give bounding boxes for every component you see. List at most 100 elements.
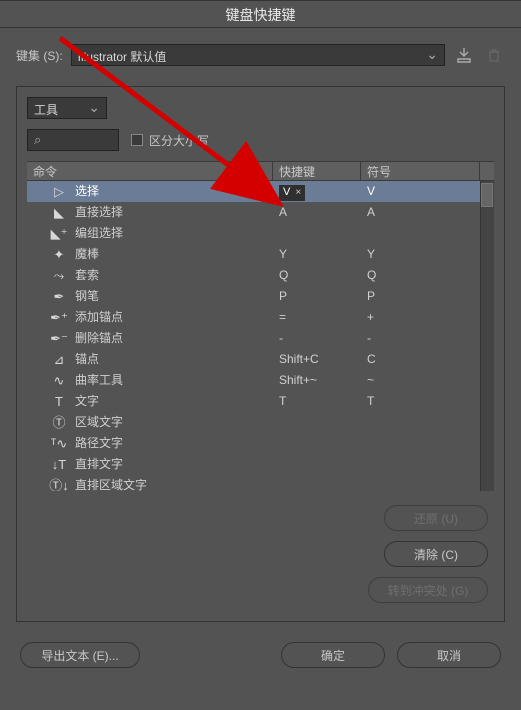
shortcut-cell[interactable] — [273, 412, 361, 433]
tool-icon: T — [51, 394, 67, 410]
command-name: 钢笔 — [75, 286, 99, 307]
shortcut-cell[interactable] — [273, 433, 361, 454]
command-name: 直排区域文字 — [75, 475, 147, 491]
table-row[interactable]: ∿曲率工具Shift+~~ — [27, 370, 494, 391]
shortcut-cell[interactable]: - — [273, 328, 361, 349]
tool-icon: ◣⁺ — [51, 226, 67, 242]
command-name: 编组选择 — [75, 223, 123, 244]
command-name: 魔棒 — [75, 244, 99, 265]
tool-icon: Ⓣ — [51, 415, 67, 431]
table-row[interactable]: ✒⁺添加锚点=+ — [27, 307, 494, 328]
tool-icon: ✒⁻ — [51, 331, 67, 347]
shortcut-cell[interactable]: = — [273, 307, 361, 328]
case-sensitive-checkbox[interactable]: 区分大小写 — [131, 132, 209, 149]
clear-button[interactable]: 清除 (C) — [384, 541, 488, 567]
symbol-cell — [361, 475, 494, 491]
tool-icon: ↓T — [51, 457, 67, 473]
preset-row: 键集 (S): Illustrator 默认值 — [16, 44, 505, 66]
table-row[interactable]: ▷ 选择 V× V — [27, 181, 494, 202]
shortcut-cell[interactable]: Shift+C — [273, 349, 361, 370]
symbol-cell — [361, 454, 494, 475]
command-name: 直接选择 — [75, 202, 123, 223]
undo-button: 还原 (U) — [384, 505, 488, 531]
table-row[interactable]: ✒⁻删除锚点-- — [27, 328, 494, 349]
symbol-cell: C — [361, 349, 494, 370]
tool-icon: Ⓣ↓ — [51, 478, 67, 492]
shortcut-editor[interactable]: V× — [279, 185, 305, 201]
export-text-button[interactable]: 导出文本 (E)... — [20, 642, 140, 668]
scrollbar[interactable] — [480, 181, 494, 491]
tool-icon: ⤳ — [51, 268, 67, 284]
shortcut-cell[interactable] — [273, 223, 361, 244]
save-preset-icon[interactable] — [453, 44, 475, 66]
command-name: 直排文字 — [75, 454, 123, 475]
header-command[interactable]: 命令 — [27, 162, 273, 180]
table-row[interactable]: ✦ 魔棒 YY — [27, 244, 494, 265]
command-name: 删除锚点 — [75, 328, 123, 349]
table-body: ▷ 选择 V× V ◣ 直接选择 AA ◣⁺ 编组选择 ✦ 魔棒 YY ⤳ 套索 QQ ✒ 钢笔 PP✒⁺添加锚点… — [27, 181, 494, 491]
table-row[interactable]: ᵀ∿ 路径文字 — [27, 433, 494, 454]
command-name: 曲率工具 — [75, 370, 123, 391]
symbol-cell — [361, 433, 494, 454]
command-name: 文字 — [75, 391, 99, 412]
table-row[interactable]: ⤳ 套索 QQ — [27, 265, 494, 286]
tool-icon: ✒ — [51, 289, 67, 305]
clear-shortcut-icon[interactable]: × — [295, 182, 301, 203]
table-row[interactable]: ✒ 钢笔 PP — [27, 286, 494, 307]
symbol-cell: A — [361, 202, 494, 223]
table-header: 命令 快捷键 符号 — [27, 161, 494, 181]
symbol-cell: P — [361, 286, 494, 307]
symbol-cell: Y — [361, 244, 494, 265]
tool-icon: ✒⁺ — [51, 310, 67, 326]
scroll-thumb[interactable] — [481, 183, 493, 207]
shortcut-cell[interactable] — [273, 475, 361, 491]
tool-icon: ᵀ∿ — [51, 436, 67, 452]
shortcut-cell[interactable]: P — [273, 286, 361, 307]
table-row[interactable]: ⊿ 锚点 Shift+CC — [27, 349, 494, 370]
symbol-cell: ~ — [361, 370, 494, 391]
search-icon: ⌕ — [34, 132, 41, 148]
table-row[interactable]: ◣ 直接选择 AA — [27, 202, 494, 223]
cancel-button[interactable]: 取消 — [397, 642, 501, 668]
symbol-cell — [361, 223, 494, 244]
shortcut-cell[interactable]: V× — [273, 181, 361, 202]
dialog-title: 键盘快捷键 — [0, 0, 521, 28]
search-input[interactable]: ⌕ — [27, 129, 119, 151]
table-row[interactable]: T文字TT — [27, 391, 494, 412]
delete-preset-icon — [483, 44, 505, 66]
shortcut-cell[interactable]: A — [273, 202, 361, 223]
tool-icon: ◣ — [51, 205, 67, 221]
table-row[interactable]: ◣⁺ 编组选择 — [27, 223, 494, 244]
command-name: 区域文字 — [75, 412, 123, 433]
search-field[interactable] — [47, 133, 112, 147]
shortcut-cell[interactable]: T — [273, 391, 361, 412]
tool-icon: ⊿ — [51, 352, 67, 368]
command-name: 锚点 — [75, 349, 99, 370]
shortcut-cell[interactable] — [273, 454, 361, 475]
symbol-cell — [361, 412, 494, 433]
symbol-cell: + — [361, 307, 494, 328]
tool-icon: ✦ — [51, 247, 67, 263]
symbol-cell: Q — [361, 265, 494, 286]
ok-button[interactable]: 确定 — [281, 642, 385, 668]
checkbox-icon — [131, 134, 143, 146]
command-name: 选择 — [75, 181, 99, 202]
shortcut-cell[interactable]: Shift+~ — [273, 370, 361, 391]
table-row[interactable]: Ⓣ 区域文字 — [27, 412, 494, 433]
header-symbol[interactable]: 符号 — [361, 162, 480, 180]
preset-label: 键集 (S): — [16, 47, 63, 64]
goto-conflict-button: 转到冲突处 (G) — [368, 577, 488, 603]
shortcut-cell[interactable]: Y — [273, 244, 361, 265]
header-shortcut[interactable]: 快捷键 — [273, 162, 361, 180]
table-row[interactable]: Ⓣ↓ 直排区域文字 — [27, 475, 494, 491]
preset-select[interactable]: Illustrator 默认值 — [71, 44, 445, 66]
shortcut-cell[interactable]: Q — [273, 265, 361, 286]
tool-icon: ▷ — [51, 184, 67, 200]
command-name: 套索 — [75, 265, 99, 286]
category-select[interactable]: 工具 — [27, 97, 107, 119]
symbol-cell: T — [361, 391, 494, 412]
symbol-cell: V — [361, 181, 494, 202]
main-panel: 工具 ⌕ 区分大小写 命令 快捷键 符号 ▷ 选择 V× V ◣ 直接选择 AA ◣⁺ 编组选择… — [16, 86, 505, 622]
table-row[interactable]: ↓T 直排文字 — [27, 454, 494, 475]
command-name: 路径文字 — [75, 433, 123, 454]
